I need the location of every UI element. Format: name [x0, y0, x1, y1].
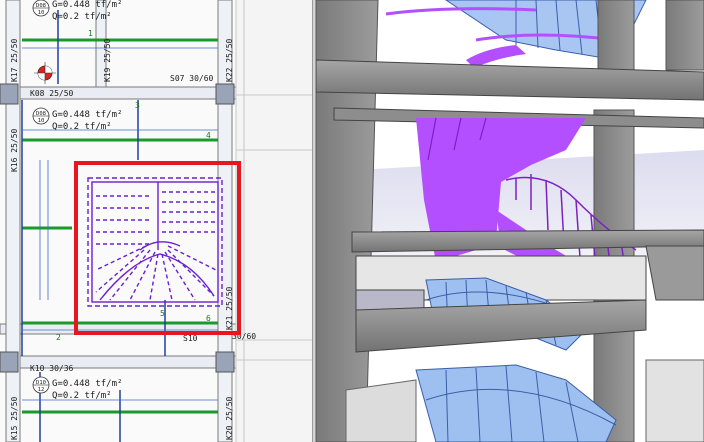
cad-workspace: D08 10 D08 10 D10 12 G=0.448 tf/m² Q=0.2…	[0, 0, 704, 442]
column-label-k22: K22 25/50	[225, 38, 234, 82]
beam-label-s10: S10	[183, 334, 198, 343]
column-left-lower[interactable]	[0, 351, 19, 373]
beam-label-s07: S07 30/60	[170, 74, 214, 83]
column-label-k21: K21 25/50	[225, 286, 234, 330]
load-label-code: D08	[36, 111, 46, 117]
column-label-k19: K19 25/50	[103, 38, 112, 82]
column-label-k15: K15 25/50	[10, 396, 19, 440]
axis-number: 5	[160, 309, 165, 318]
load-g-text: G=0.448 tf/m²	[52, 0, 122, 10]
plan-margin	[236, 0, 312, 442]
plan-drawing[interactable]: D08 10 D08 10 D10 12 G=0.448 tf/m² Q=0.2…	[0, 0, 312, 442]
load-g-text: G=0.448 tf/m²	[52, 379, 122, 389]
load-label-code: D08	[36, 3, 46, 9]
axis-number: 2	[56, 333, 61, 342]
column-right-upper[interactable]	[215, 83, 235, 105]
load-label-value: 10	[38, 118, 45, 124]
beam-label-k08: K08 25/50	[30, 89, 74, 98]
load-label-value: 12	[38, 387, 45, 393]
column-label-k20: K20 25/50	[225, 396, 234, 440]
column-left-upper[interactable]	[0, 83, 19, 105]
axis-number: 4	[206, 131, 211, 140]
load-q-text: Q=0.2 tf/m²	[52, 12, 112, 22]
3d-view-panel[interactable]	[316, 0, 704, 442]
column-label-k17: K17 25/50	[10, 38, 19, 82]
load-q-text: Q=0.2 tf/m²	[52, 122, 112, 132]
column-right-lower[interactable]	[215, 351, 235, 373]
column-label-k16: K16 25/50	[10, 128, 19, 172]
beam-label-k10: K10 30/36	[30, 364, 74, 373]
3d-render[interactable]	[316, 0, 704, 442]
axis-number: 3	[135, 101, 140, 110]
load-label-value: 10	[38, 10, 45, 16]
load-label-code: D10	[36, 380, 46, 386]
load-g-text: G=0.448 tf/m²	[52, 110, 122, 120]
plan-view-panel[interactable]: D08 10 D08 10 D10 12 G=0.448 tf/m² Q=0.2…	[0, 0, 312, 442]
axis-number: 6	[206, 314, 211, 323]
axis-number: 1	[88, 29, 93, 38]
load-q-text: Q=0.2 tf/m²	[52, 391, 112, 401]
